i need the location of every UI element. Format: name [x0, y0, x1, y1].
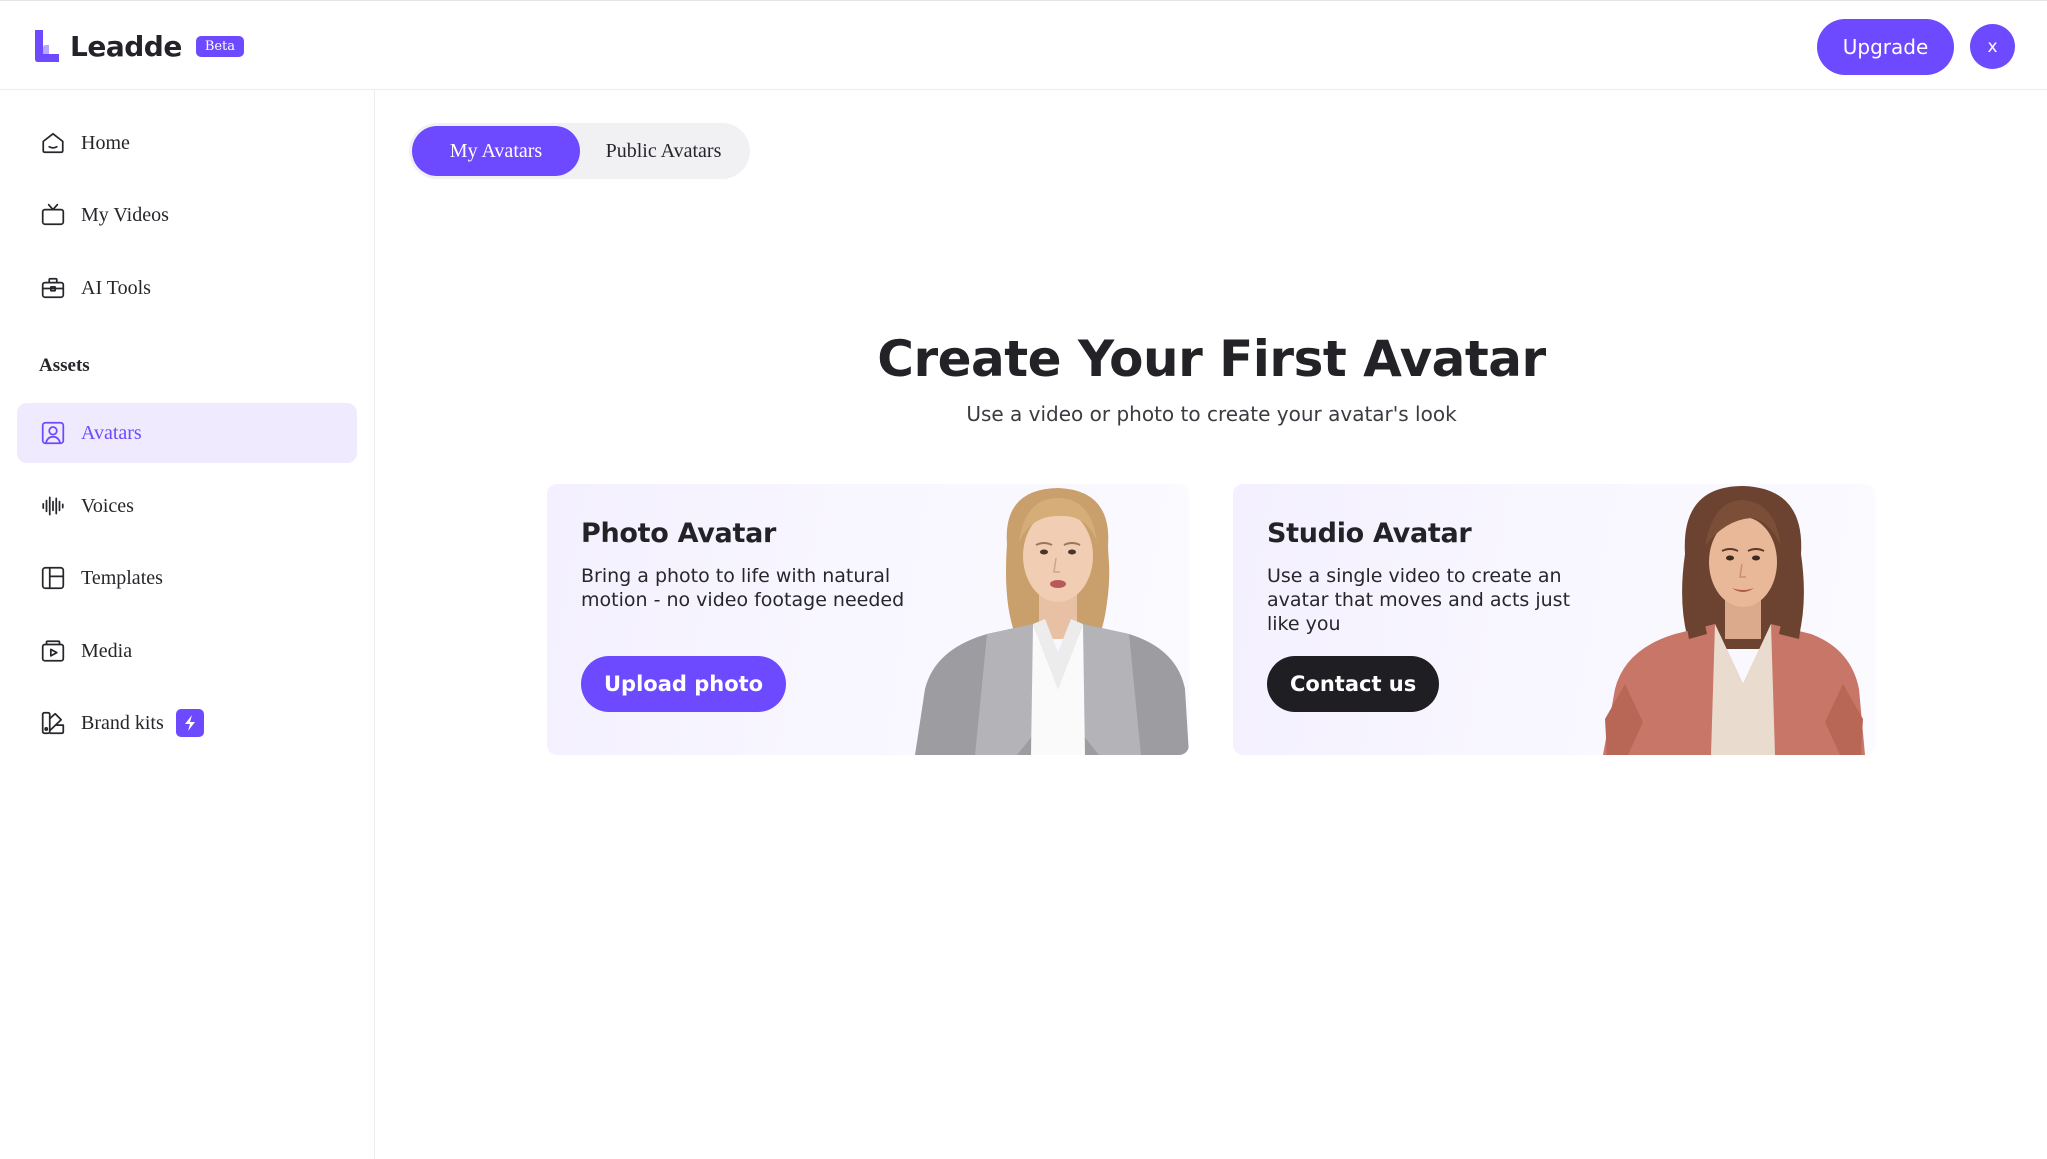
- sidebar-item-label: Templates: [81, 566, 163, 589]
- avatar-tabs: My Avatars Public Avatars: [409, 123, 750, 179]
- sidebar-item-brand-kits[interactable]: Brand kits: [17, 693, 357, 753]
- toolbox-icon: [39, 274, 67, 302]
- top-header: Leadde Beta Upgrade x: [0, 0, 2047, 90]
- photo-avatar-card: Photo Avatar Bring a photo to life with …: [547, 484, 1189, 755]
- sidebar-item-label: Home: [81, 131, 130, 154]
- page-title: Create Your First Avatar: [877, 330, 1546, 388]
- sidebar-item-label: Avatars: [81, 421, 142, 444]
- sidebar-item-media[interactable]: Media: [17, 621, 357, 681]
- palette-icon: [39, 709, 67, 737]
- sidebar-item-label: AI Tools: [81, 276, 151, 299]
- leadde-logo-icon: [35, 30, 59, 62]
- studio-avatar-card: Studio Avatar Use a single video to crea…: [1233, 484, 1875, 755]
- tv-icon: [39, 201, 67, 229]
- waveform-icon: [39, 492, 67, 520]
- sidebar-item-my-videos[interactable]: My Videos: [17, 185, 357, 245]
- bolt-icon: [175, 709, 204, 737]
- user-avatar[interactable]: x: [1970, 24, 2015, 69]
- contact-us-button[interactable]: Contact us: [1267, 656, 1440, 712]
- card-description: Bring a photo to life with natural motio…: [581, 565, 905, 611]
- sidebar-item-label: Media: [81, 639, 133, 662]
- sidebar-item-label: Brand kits: [81, 711, 164, 734]
- card-title: Photo Avatar: [581, 518, 777, 549]
- page-subtitle: Use a video or photo to create your avat…: [966, 402, 1457, 426]
- woman-in-gray-blazer-image: [915, 488, 1189, 755]
- card-description: Use a single video to create an avatar t…: [1267, 565, 1571, 635]
- sidebar-item-ai-tools[interactable]: AI Tools: [17, 258, 357, 318]
- upgrade-button[interactable]: Upgrade: [1817, 19, 1954, 75]
- sidebar-item-home[interactable]: Home: [17, 113, 357, 173]
- app-name: Leadde: [70, 29, 182, 63]
- woman-in-pink-blouse-image: [1603, 486, 1865, 755]
- media-icon: [39, 637, 67, 665]
- sidebar-item-label: Voices: [81, 494, 134, 517]
- upload-photo-button[interactable]: Upload photo: [581, 656, 787, 712]
- beta-badge: Beta: [195, 35, 245, 57]
- tab-my-avatars[interactable]: My Avatars: [412, 126, 580, 176]
- home-icon: [39, 129, 67, 157]
- sidebar: Home My Videos AI Tools Assets Avatars V…: [0, 90, 375, 1159]
- sidebar-item-voices[interactable]: Voices: [17, 476, 357, 536]
- section-label-assets: Assets: [39, 355, 90, 376]
- user-square-icon: [39, 419, 67, 447]
- sidebar-item-avatars[interactable]: Avatars: [17, 403, 357, 463]
- tab-public-avatars[interactable]: Public Avatars: [580, 126, 747, 176]
- sidebar-item-templates[interactable]: Templates: [17, 548, 357, 608]
- layout-icon: [39, 564, 67, 592]
- card-title: Studio Avatar: [1267, 518, 1472, 549]
- logo[interactable]: Leadde Beta: [32, 28, 245, 64]
- sidebar-item-label: My Videos: [81, 203, 169, 226]
